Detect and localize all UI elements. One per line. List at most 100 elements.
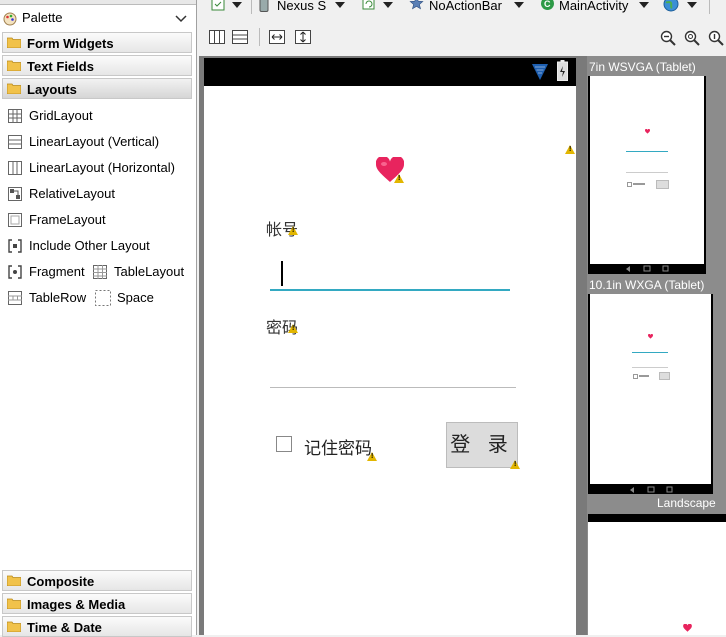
folder-icon [7, 60, 21, 71]
folder-icon [7, 598, 21, 609]
chevron-down-icon[interactable] [175, 15, 187, 23]
palette-tab-strip [0, 0, 196, 5]
preview-text [633, 183, 645, 185]
preview-landscape[interactable] [588, 514, 726, 635]
folder-open-icon [7, 83, 21, 94]
table-row-icon [8, 291, 22, 305]
frame-layout-icon [8, 213, 22, 227]
preview-screen [590, 294, 711, 484]
category-label: Composite [27, 574, 95, 589]
chevron-down-icon[interactable] [514, 2, 524, 8]
theme-selector[interactable]: NoActionBar [429, 0, 502, 13]
status-bar [204, 58, 576, 86]
warning-icon [565, 145, 575, 154]
fill-width-icon[interactable] [269, 30, 285, 44]
layout-stacked-icon[interactable] [232, 30, 248, 44]
device-icon[interactable] [259, 0, 269, 12]
login-button[interactable]: 登 录 [446, 422, 518, 468]
preview-screen [588, 522, 726, 635]
preview-input [632, 352, 668, 353]
category-text-fields[interactable]: Text Fields [2, 55, 192, 76]
preview-label-7in: 7in WSVGA (Tablet) [589, 60, 696, 74]
theme-star-icon[interactable] [409, 0, 424, 11]
category-label: Form Widgets [27, 36, 114, 51]
layout-canvas: 帐号 密码 记住密码 登 录 [199, 56, 587, 635]
device-screen: 帐号 密码 记住密码 登 录 [204, 58, 576, 635]
palette-item-label: Space [117, 290, 154, 305]
warning-icon [394, 174, 404, 183]
category-label: Layouts [27, 82, 77, 97]
fill-height-icon[interactable] [295, 30, 311, 44]
relative-layout-icon [8, 187, 22, 201]
chevron-down-icon[interactable] [232, 2, 242, 8]
preview-tablet-7in[interactable] [588, 76, 706, 274]
chevron-down-icon[interactable] [383, 2, 393, 8]
chevron-down-icon[interactable] [335, 2, 345, 8]
preview-label-landscape: Landscape [657, 496, 716, 510]
fragment-icon [8, 265, 22, 279]
palette-item-label: Include Other Layout [29, 238, 150, 253]
category-composite[interactable]: Composite [2, 570, 192, 591]
folder-icon [7, 621, 21, 632]
editor-toolbar: Nexus S NoActionBar C MainActivity [199, 0, 726, 56]
category-images-media[interactable]: Images & Media [2, 593, 192, 614]
remember-label: 记住密码 [304, 439, 372, 458]
zoom-actual-icon[interactable] [708, 30, 724, 46]
signal-icon [532, 64, 548, 80]
table-layout-icon [93, 265, 107, 279]
palette-item-label: LinearLayout (Horizontal) [29, 160, 175, 175]
preview-input [626, 151, 668, 152]
layout-side-by-side-icon[interactable] [209, 30, 225, 44]
category-time-date[interactable]: Time & Date [2, 616, 192, 637]
linear-vertical-icon [8, 135, 22, 149]
palette-item-label: Fragment [29, 264, 85, 279]
activity-selector[interactable]: MainActivity [559, 0, 628, 13]
category-label: Time & Date [27, 620, 102, 635]
space-icon [95, 290, 111, 306]
linear-horizontal-icon [8, 161, 22, 175]
category-label: Text Fields [27, 59, 94, 74]
zoom-out-icon[interactable] [660, 30, 676, 46]
chevron-down-icon[interactable] [639, 2, 649, 8]
toolbar-separator [259, 28, 260, 46]
grid-layout-icon [8, 109, 22, 123]
preview-panel: 7in WSVGA (Tablet) 10.1in WXGA (Tablet) … [587, 56, 726, 635]
nav-buttons-icon [626, 265, 669, 272]
preview-text [639, 375, 649, 377]
palette-header[interactable]: Palette [0, 7, 194, 29]
folder-icon [7, 37, 21, 48]
category-form-widgets[interactable]: Form Widgets [2, 32, 192, 53]
palette-item-label: LinearLayout (Vertical) [29, 134, 160, 149]
battery-icon [557, 60, 568, 81]
palette-item-label: FrameLayout [29, 212, 106, 227]
toolbar-separator [709, 0, 710, 14]
remember-checkbox[interactable] [276, 436, 292, 452]
preview-label-10in: 10.1in WXGA (Tablet) [589, 278, 705, 292]
category-layouts[interactable]: Layouts [2, 78, 192, 99]
palette-item-label: TableLayout [114, 264, 185, 279]
heart-icon [683, 624, 692, 632]
preview-screen [590, 76, 704, 264]
palette-icon [3, 12, 17, 26]
heart-icon [648, 334, 653, 339]
account-input[interactable] [270, 288, 510, 291]
palette-item-label: RelativeLayout [29, 186, 115, 201]
preview-button [659, 372, 670, 380]
zoom-fit-icon[interactable] [684, 30, 700, 46]
warning-icon [510, 460, 520, 469]
locale-globe-icon[interactable] [663, 0, 679, 12]
device-selector[interactable]: Nexus S [277, 0, 326, 13]
heart-icon [645, 129, 650, 134]
folder-icon [7, 575, 21, 586]
password-input[interactable] [270, 386, 516, 388]
preview-tablet-10in[interactable] [588, 294, 713, 494]
category-label: Images & Media [27, 597, 126, 612]
orientation-icon[interactable] [361, 0, 376, 11]
warning-icon [288, 226, 298, 235]
palette-title: Palette [22, 10, 63, 25]
activity-icon[interactable]: C [540, 0, 555, 11]
config-icon[interactable] [211, 0, 225, 11]
svg-text:C: C [544, 0, 551, 9]
text-cursor [281, 261, 283, 286]
chevron-down-icon[interactable] [687, 2, 697, 8]
